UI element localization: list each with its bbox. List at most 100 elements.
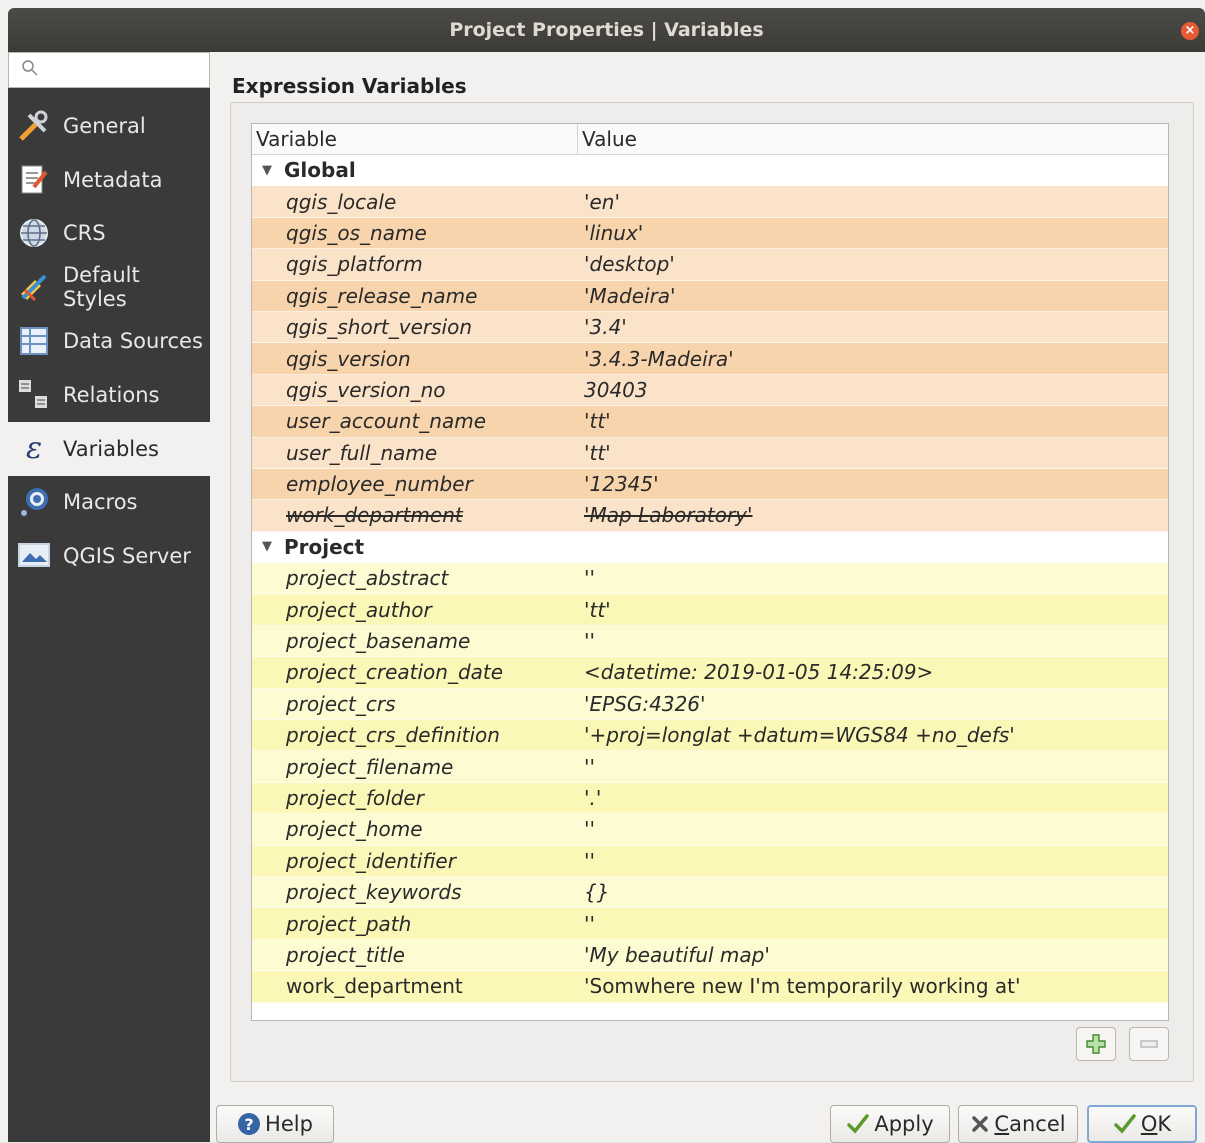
tree-header: Variable Value [252,124,1168,155]
variable-name-cell: project_crs_definition [286,723,500,748]
macros-icon [14,484,54,520]
table-row[interactable]: project_keywords {} [252,876,1168,909]
variable-value-cell: '' [584,754,595,779]
variable-name-cell: project_creation_date [286,660,504,685]
table-row[interactable]: project_identifier '' [252,845,1168,877]
variable-name-cell: qgis_version_no [286,377,446,402]
variable-value-cell: '3.4.3-Madeira' [584,346,734,371]
group-row-project[interactable]: ▼ Project [252,531,1168,564]
expand-arrow-icon[interactable]: ▼ [262,539,272,554]
qgis-server-icon [14,538,54,574]
variable-name-cell: project_title [286,942,405,967]
variable-value-cell: 'tt' [584,597,611,622]
relations-icon [14,377,54,413]
variable-name-cell: project_crs [286,691,396,716]
apply-button[interactable]: Apply [830,1105,950,1143]
table-row[interactable]: employee_number '12345' [252,468,1168,501]
table-row[interactable]: user_full_name 'tt' [252,437,1168,469]
sidebar-item-relations[interactable]: Relations [8,368,210,422]
variable-value-cell[interactable]: 'Somwhere new I'm temporarily working at… [578,974,1168,998]
variable-name-cell: project_abstract [286,566,449,591]
table-row[interactable]: qgis_version '3.4.3-Madeira' [252,343,1168,375]
sidebar-item-variables[interactable]: ε Variables [8,421,210,476]
sidebar-item-crs[interactable]: CRS [8,207,210,261]
sidebar-item-macros[interactable]: Macros [8,476,210,530]
variable-value-cell: '' [584,817,595,842]
expand-arrow-icon[interactable]: ▼ [262,163,272,178]
cancel-button[interactable]: Cancel [958,1105,1078,1143]
table-row[interactable]: project_author 'tt' [252,594,1168,626]
variable-value-cell: '.' [584,786,602,810]
sidebar-item-label: General [63,113,146,138]
data-sources-icon [14,323,54,359]
variable-value-cell: 'Madeira' [584,283,676,308]
table-row[interactable]: project_crs 'EPSG:4326' [252,688,1168,721]
table-row[interactable]: project_basename '' [252,625,1168,658]
column-header-variable[interactable]: Variable [252,124,578,154]
table-row[interactable]: qgis_version_no 30403 [252,374,1168,407]
table-row[interactable]: project_home '' [252,814,1168,846]
variable-name-cell: qgis_version [286,346,411,371]
variable-value-cell: <datetime: 2019-01-05 14:25:09> [584,660,934,685]
variable-value-cell: 'My beautiful map' [584,942,770,967]
table-row[interactable]: project_path '' [252,908,1168,940]
table-row[interactable]: work_department 'Map Laboratory' [252,500,1168,532]
sidebar-item-label: QGIS Server [63,544,191,569]
crs-globe-icon [14,215,54,251]
group-row-global[interactable]: ▼ Global [252,155,1168,187]
remove-variable-button[interactable] [1129,1027,1169,1061]
table-row[interactable]: project_filename '' [252,751,1168,783]
sidebar-item-general[interactable]: General [8,99,210,153]
variable-name-cell: project_identifier [286,848,456,873]
table-row[interactable]: work_department 'Somwhere new I'm tempora… [252,971,1168,1003]
group-cell: ▼ Project [252,535,578,559]
variable-name-cell[interactable]: work_department [252,974,578,998]
help-button[interactable]: ? Help [216,1105,334,1143]
sidebar-item-metadata[interactable]: Metadata [8,153,210,207]
checkmark-icon [1114,1114,1136,1134]
table-row[interactable]: qgis_os_name 'linux' [252,217,1168,250]
table-row[interactable]: project_folder '.' [252,782,1168,815]
variable-name-cell: qgis_locale [286,189,397,214]
checkmark-icon [847,1114,870,1134]
variable-name-cell: employee_number [286,472,473,497]
sidebar-item-label: Macros [63,490,138,515]
ok-label: OK [1140,1112,1172,1136]
help-label: Help [265,1112,313,1136]
metadata-icon [14,162,54,198]
add-variable-button[interactable] [1076,1027,1116,1061]
variable-name-cell: qgis_short_version [286,315,473,340]
cancel-label: Cancel [994,1112,1066,1136]
sidebar-item-data-sources[interactable]: Data Sources [8,314,210,368]
table-row[interactable]: qgis_release_name 'Madeira' [252,280,1168,312]
sidebar: General Metadata CRS Default Styles Data Sou… [8,52,210,1142]
table-row[interactable]: project_crs_definition '+proj=longlat +da… [252,720,1168,752]
variable-value-cell: '' [584,629,595,654]
table-row[interactable]: user_account_name 'tt' [252,406,1168,438]
ok-button[interactable]: OK [1087,1105,1197,1143]
variable-value-cell: '' [584,848,595,873]
cancel-x-icon [972,1116,989,1132]
group-label: Project [284,534,365,559]
table-row[interactable]: qgis_platform 'desktop' [252,249,1168,281]
table-row[interactable]: project_abstract '' [252,563,1168,595]
column-header-value[interactable]: Value [578,124,637,154]
search-input[interactable] [8,52,210,88]
close-button[interactable]: × [1181,22,1199,40]
table-row[interactable]: project_creation_date <datetime: 2019-01-… [252,657,1168,689]
sidebar-item-label: Relations [63,382,160,407]
sidebar-item-default-styles[interactable]: Default Styles [8,260,210,314]
table-row[interactable]: project_title 'My beautiful map' [252,939,1168,972]
variables-tree[interactable]: Variable Value ▼ Global qgis_locale'en' qgi… [251,123,1169,1021]
table-row[interactable]: qgis_short_version '3.4' [252,311,1168,344]
remove-variable-icon [1140,1040,1158,1048]
help-icon: ? [238,1113,261,1135]
apply-label: Apply [874,1112,934,1136]
variable-value-cell: 'EPSG:4326' [584,691,706,716]
expression-variables-group: Variable Value ▼ Global qgis_locale'en' qgi… [230,102,1194,1082]
title-bar[interactable]: Project Properties | Variables × [8,8,1205,52]
variable-name-cell: user_account_name [286,409,487,434]
variable-name-cell: qgis_os_name [286,220,427,245]
sidebar-item-qgis-server[interactable]: QGIS Server [8,529,210,583]
table-row[interactable]: qgis_locale 'en' [252,186,1168,218]
